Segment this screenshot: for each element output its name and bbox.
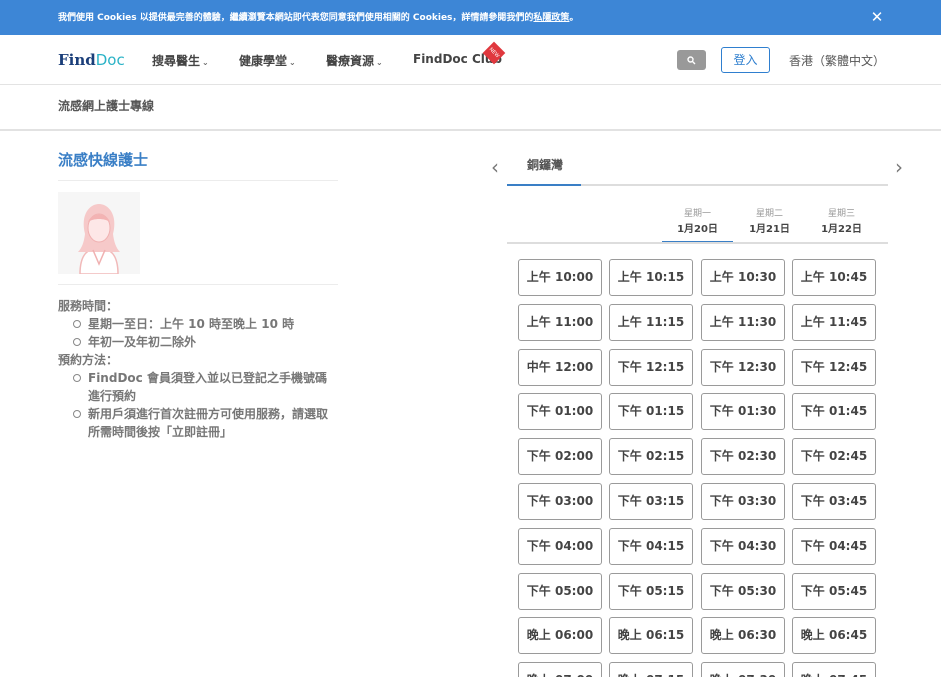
cookie-message: 我們使用 Cookies 以提供最完善的體驗，繼續瀏覽本網站即代表您同意我們使用…	[58, 10, 578, 23]
service-hours-list: 星期一至日：上午 10 時至晚上 10 時 年初一及年初二除外	[58, 315, 338, 351]
service-info: 服務時間： 星期一至日：上午 10 時至晚上 10 時 年初一及年初二除外 預約…	[58, 297, 338, 441]
time-slot-button[interactable]: 上午 10:45	[792, 259, 876, 296]
time-slot-button[interactable]: 下午 05:30	[701, 573, 785, 610]
time-slot-button[interactable]: 上午 10:15	[609, 259, 693, 296]
weekday-label: 星期一	[683, 209, 711, 219]
time-slot-button[interactable]: 下午 03:15	[609, 483, 693, 520]
tab-day-1[interactable]: 星期一 1月20日	[662, 206, 733, 244]
booking-method-label: 預約方法：	[58, 353, 119, 367]
time-slot-button[interactable]: 下午 05:00	[518, 573, 602, 610]
list-item: 年初一及年初二除外	[73, 333, 338, 351]
date-label: 1月21日	[749, 224, 790, 235]
site-header: FindDoc 搜尋醫生 ⌄ 健康學堂 ⌄ 醫療資源 ⌄ FindDoc Club N…	[0, 35, 941, 85]
time-slot-button[interactable]: 下午 04:00	[518, 528, 602, 565]
logo-find-text: Find	[58, 51, 96, 69]
chevron-down-icon: ⌄	[376, 58, 383, 67]
tab-day-2[interactable]: 星期二 1月21日	[734, 206, 805, 244]
nurse-avatar-icon	[58, 192, 140, 274]
list-item: 新用戶須進行首次註冊方可使用服務，請選取所需時間後按「立即註冊」	[73, 405, 338, 441]
time-slot-button[interactable]: 晚上 07:00	[518, 662, 602, 677]
nav-label: 搜尋醫生	[152, 54, 201, 68]
time-slot-button[interactable]: 下午 01:00	[518, 393, 602, 430]
privacy-policy-link[interactable]: 私隱政策	[533, 13, 569, 23]
search-button[interactable]	[677, 50, 706, 70]
time-slot-button[interactable]: 下午 03:30	[701, 483, 785, 520]
time-slot-button[interactable]: 下午 02:45	[792, 438, 876, 475]
time-slot-button[interactable]: 下午 05:45	[792, 573, 876, 610]
time-slot-button[interactable]: 晚上 06:30	[701, 617, 785, 654]
next-arrow-icon[interactable]: ›	[892, 157, 906, 177]
time-slot-button[interactable]: 下午 04:45	[792, 528, 876, 565]
login-button[interactable]: 登入	[721, 47, 770, 73]
weekday-label: 星期二	[755, 209, 783, 219]
nav-health-school[interactable]: 健康學堂 ⌄	[239, 52, 296, 69]
time-slot-button[interactable]: 上午 11:45	[792, 304, 876, 341]
language-selector[interactable]: 香港（繁體中文）	[789, 52, 885, 69]
nav-label: 醫療資源	[326, 54, 375, 68]
weekday-label: 星期三	[827, 209, 855, 219]
nav-label: 健康學堂	[239, 54, 288, 68]
time-slot-button[interactable]: 下午 03:45	[792, 483, 876, 520]
time-slot-button[interactable]: 下午 02:30	[701, 438, 785, 475]
time-slot-button[interactable]: 下午 02:15	[609, 438, 693, 475]
logo-doc-text: Doc	[95, 51, 125, 69]
time-slot-button[interactable]: 下午 12:30	[701, 349, 785, 386]
list-item: FindDoc 會員須登入並以已登記之手機號碼進行預約	[73, 369, 338, 405]
time-slot-button[interactable]: 晚上 07:30	[701, 662, 785, 677]
close-icon[interactable]: ✕	[868, 8, 886, 26]
nav-medical-resources[interactable]: 醫療資源 ⌄	[326, 52, 383, 69]
finddoc-logo[interactable]: FindDoc	[58, 51, 125, 71]
time-slot-button[interactable]: 上午 10:00	[518, 259, 602, 296]
divider	[58, 180, 338, 181]
time-slot-button[interactable]: 上午 11:00	[518, 304, 602, 341]
time-slot-button[interactable]: 中午 12:00	[518, 349, 602, 386]
time-slot-button[interactable]: 下午 02:00	[518, 438, 602, 475]
tab-day-3[interactable]: 星期三 1月22日	[806, 206, 877, 244]
time-slot-button[interactable]: 晚上 07:15	[609, 662, 693, 677]
time-slot-button[interactable]: 上午 11:30	[701, 304, 785, 341]
service-hours-label: 服務時間：	[58, 299, 119, 313]
tab-location[interactable]: 銅鑼灣	[507, 150, 581, 186]
cookie-text: 我們使用 Cookies 以提供最完善的體驗，繼續瀏覽本網站即代表您同意我們使用…	[58, 13, 534, 23]
cookie-text-end: 。	[569, 13, 579, 23]
time-slot-button[interactable]: 下午 03:00	[518, 483, 602, 520]
time-slot-button[interactable]: 下午 01:45	[792, 393, 876, 430]
service-title: 流感快線護士	[58, 151, 149, 169]
time-slot-button[interactable]: 晚上 07:45	[792, 662, 876, 677]
time-slot-button[interactable]: 下午 01:30	[701, 393, 785, 430]
nav-find-doctor[interactable]: 搜尋醫生 ⌄	[152, 52, 209, 69]
date-label: 1月20日	[677, 224, 718, 235]
time-slot-button[interactable]: 晚上 06:15	[609, 617, 693, 654]
time-slot-button[interactable]: 下午 04:15	[609, 528, 693, 565]
page-title: 流感網上護士專線	[58, 99, 155, 113]
breadcrumb: 流感網上護士專線	[0, 85, 941, 131]
date-label: 1月22日	[821, 224, 862, 235]
booking-method-list: FindDoc 會員須登入並以已登記之手機號碼進行預約 新用戶須進行首次註冊方可…	[58, 369, 338, 441]
time-slot-button[interactable]: 上午 11:15	[609, 304, 693, 341]
chevron-down-icon: ⌄	[289, 58, 296, 67]
avatar	[58, 192, 140, 274]
divider	[507, 242, 888, 244]
time-slot-button[interactable]: 下午 01:15	[609, 393, 693, 430]
time-slot-button[interactable]: 下午 05:15	[609, 573, 693, 610]
time-slot-button[interactable]: 上午 10:30	[701, 259, 785, 296]
time-slot-button[interactable]: 晚上 06:45	[792, 617, 876, 654]
time-slot-button[interactable]: 晚上 06:00	[518, 617, 602, 654]
time-slot-button[interactable]: 下午 12:15	[609, 349, 693, 386]
time-slot-button[interactable]: 下午 12:45	[792, 349, 876, 386]
list-item: 星期一至日：上午 10 時至晚上 10 時	[73, 315, 338, 333]
divider	[58, 284, 338, 285]
cookie-banner: 我們使用 Cookies 以提供最完善的體驗，繼續瀏覽本網站即代表您同意我們使用…	[0, 0, 941, 35]
chevron-down-icon: ⌄	[202, 58, 209, 67]
time-slot-button[interactable]: 下午 04:30	[701, 528, 785, 565]
prev-arrow-icon[interactable]: ‹	[488, 157, 502, 177]
search-icon	[687, 56, 696, 65]
